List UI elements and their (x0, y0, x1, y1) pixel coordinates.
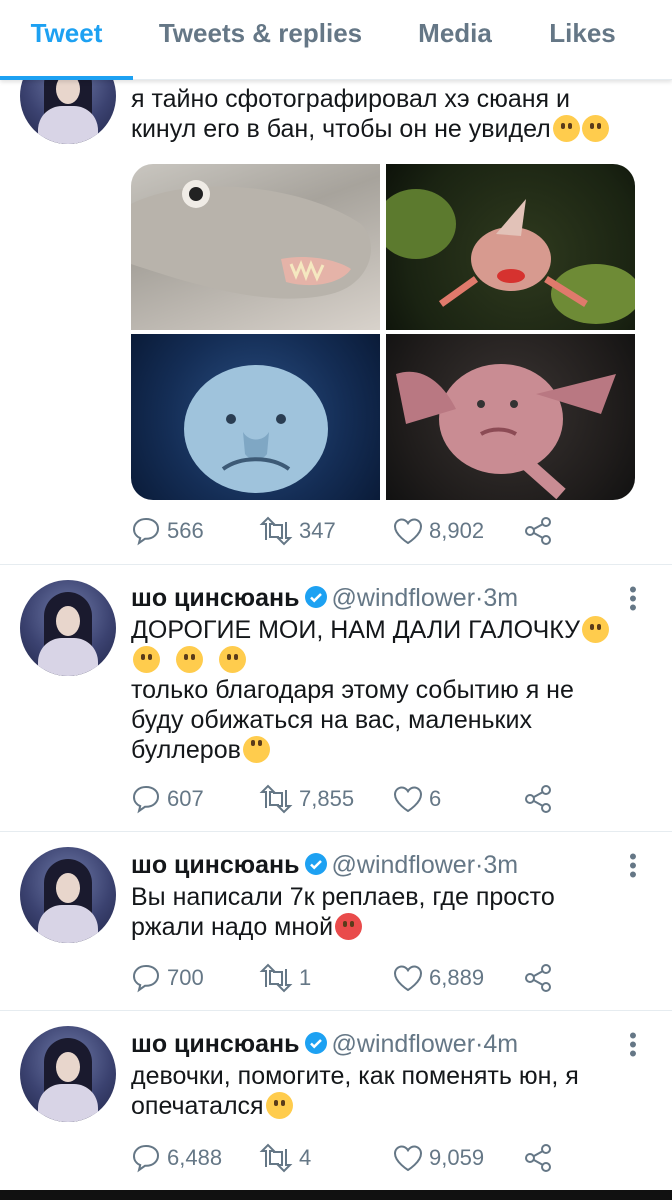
like-button[interactable]: 8,902 (393, 515, 484, 547)
share-button[interactable] (523, 962, 553, 994)
reply-button[interactable]: 566 (131, 515, 204, 547)
retweet-button[interactable]: 1 (259, 962, 311, 994)
angry-face-emoji (335, 913, 363, 940)
heart-icon (393, 518, 423, 545)
heart-icon (393, 786, 423, 813)
tweet-actions: 566 347 8,902 (131, 515, 561, 547)
share-icon (525, 517, 551, 545)
tweet[interactable]: я тайно сфотографировал хэ сюаня и кинул… (0, 0, 672, 565)
user-handle[interactable]: @windflower (332, 851, 475, 879)
verified-badge-icon (304, 1032, 327, 1054)
crying-face-emoji (265, 1092, 293, 1119)
user-handle[interactable]: @windflower (332, 1030, 475, 1058)
tweet-menu-icon[interactable]: • • • (628, 579, 638, 619)
fish-photo-4[interactable] (386, 334, 635, 500)
tab-tweet[interactable]: Tweet (0, 0, 133, 78)
share-button[interactable] (523, 1142, 553, 1174)
tab-media[interactable]: Media (400, 0, 510, 78)
tweet-text: девочки, помогите, как поменять юн, я оп… (131, 1062, 579, 1120)
reply-button[interactable]: 6,488 (131, 1142, 222, 1174)
heart-icon (393, 1145, 423, 1172)
like-button[interactable]: 6 (393, 783, 441, 815)
tweet-text: я тайно сфотографировал хэ сюаня и кинул… (131, 84, 651, 144)
shushing-face-emoji (552, 115, 580, 142)
verified-badge-icon (304, 853, 327, 875)
heart-icon (393, 965, 423, 992)
fish-photo-3[interactable] (131, 334, 380, 500)
tweet-header: шо цинсюань @windflower·3m (131, 851, 519, 879)
tweet-menu-icon[interactable]: • • • (628, 1025, 638, 1065)
party-face-emoji (218, 646, 246, 673)
tweet-header: шо цинсюань @windflower·3m (131, 584, 519, 612)
tweet-actions: 607 7,855 6 (131, 783, 561, 815)
reply-button[interactable]: 607 (131, 783, 204, 815)
like-button[interactable]: 9,059 (393, 1142, 484, 1174)
party-face-emoji (133, 646, 160, 673)
like-button[interactable]: 6,889 (393, 962, 484, 994)
eye-roll-emoji (242, 736, 270, 763)
tweet-timestamp: 3m (483, 584, 519, 612)
share-button[interactable] (523, 515, 553, 547)
share-icon (525, 785, 551, 813)
hand-over-mouth-emoji (581, 115, 609, 142)
user-handle[interactable]: @windflower (332, 584, 475, 612)
share-icon (525, 1144, 551, 1172)
retweet-icon (259, 516, 293, 546)
party-face-emoji (581, 616, 609, 643)
retweet-button[interactable]: 7,855 (259, 783, 354, 815)
retweet-button[interactable]: 347 (259, 515, 336, 547)
fish-photo-2[interactable] (386, 164, 635, 330)
system-navigation-bar (0, 1190, 672, 1200)
avatar[interactable] (20, 580, 116, 676)
party-face-emoji (175, 646, 203, 673)
share-icon (525, 964, 551, 992)
tab-likes[interactable]: Likes (535, 0, 630, 78)
reply-icon (132, 1144, 160, 1173)
reply-icon (132, 964, 160, 993)
tweet-text: Вы написали 7к реплаев, где просто ржали… (131, 883, 555, 941)
tweet[interactable]: шо цинсюань @windflower·3m • • • ДОРОГИЕ МО… (0, 565, 672, 832)
tweet-actions: 6,488 4 9,059 (131, 1142, 561, 1174)
retweet-icon (259, 1143, 293, 1173)
profile-tabs: Tweet Tweets & replies Media Likes (0, 0, 672, 80)
reply-icon (132, 785, 160, 814)
tweet-header: шо цинсюань @windflower·4m (131, 1030, 519, 1058)
retweet-button[interactable]: 4 (259, 1142, 311, 1174)
avatar[interactable] (20, 847, 116, 943)
retweet-icon (259, 784, 293, 814)
reply-icon (132, 517, 160, 546)
tweet[interactable]: шо цинсюань @windflower·4m • • • девочки, п… (0, 1011, 672, 1190)
tab-tweets-replies[interactable]: Tweets & replies (148, 0, 373, 78)
retweet-icon (259, 963, 293, 993)
active-tab-indicator (0, 76, 133, 80)
tweet-timestamp: 3m (483, 851, 519, 879)
display-name[interactable]: шо цинсюань (131, 851, 300, 879)
share-button[interactable] (523, 783, 553, 815)
tweet[interactable]: шо цинсюань @windflower·3m • • • Вы написал… (0, 832, 672, 1011)
media-grid (131, 164, 635, 500)
tweet-menu-icon[interactable]: • • • (628, 846, 638, 886)
verified-badge-icon (304, 586, 327, 608)
fish-photo-1[interactable] (131, 164, 380, 330)
reply-button[interactable]: 700 (131, 962, 204, 994)
tweet-text: ДОРОГИЕ МОИ, НАМ ДАЛИ ГАЛОЧКУ только бла… (131, 615, 651, 765)
display-name[interactable]: шо цинсюань (131, 1030, 300, 1058)
avatar[interactable] (20, 1026, 116, 1122)
tweet-actions: 700 1 6,889 (131, 962, 561, 994)
display-name[interactable]: шо цинсюань (131, 584, 300, 612)
tweet-timestamp: 4m (483, 1030, 519, 1058)
